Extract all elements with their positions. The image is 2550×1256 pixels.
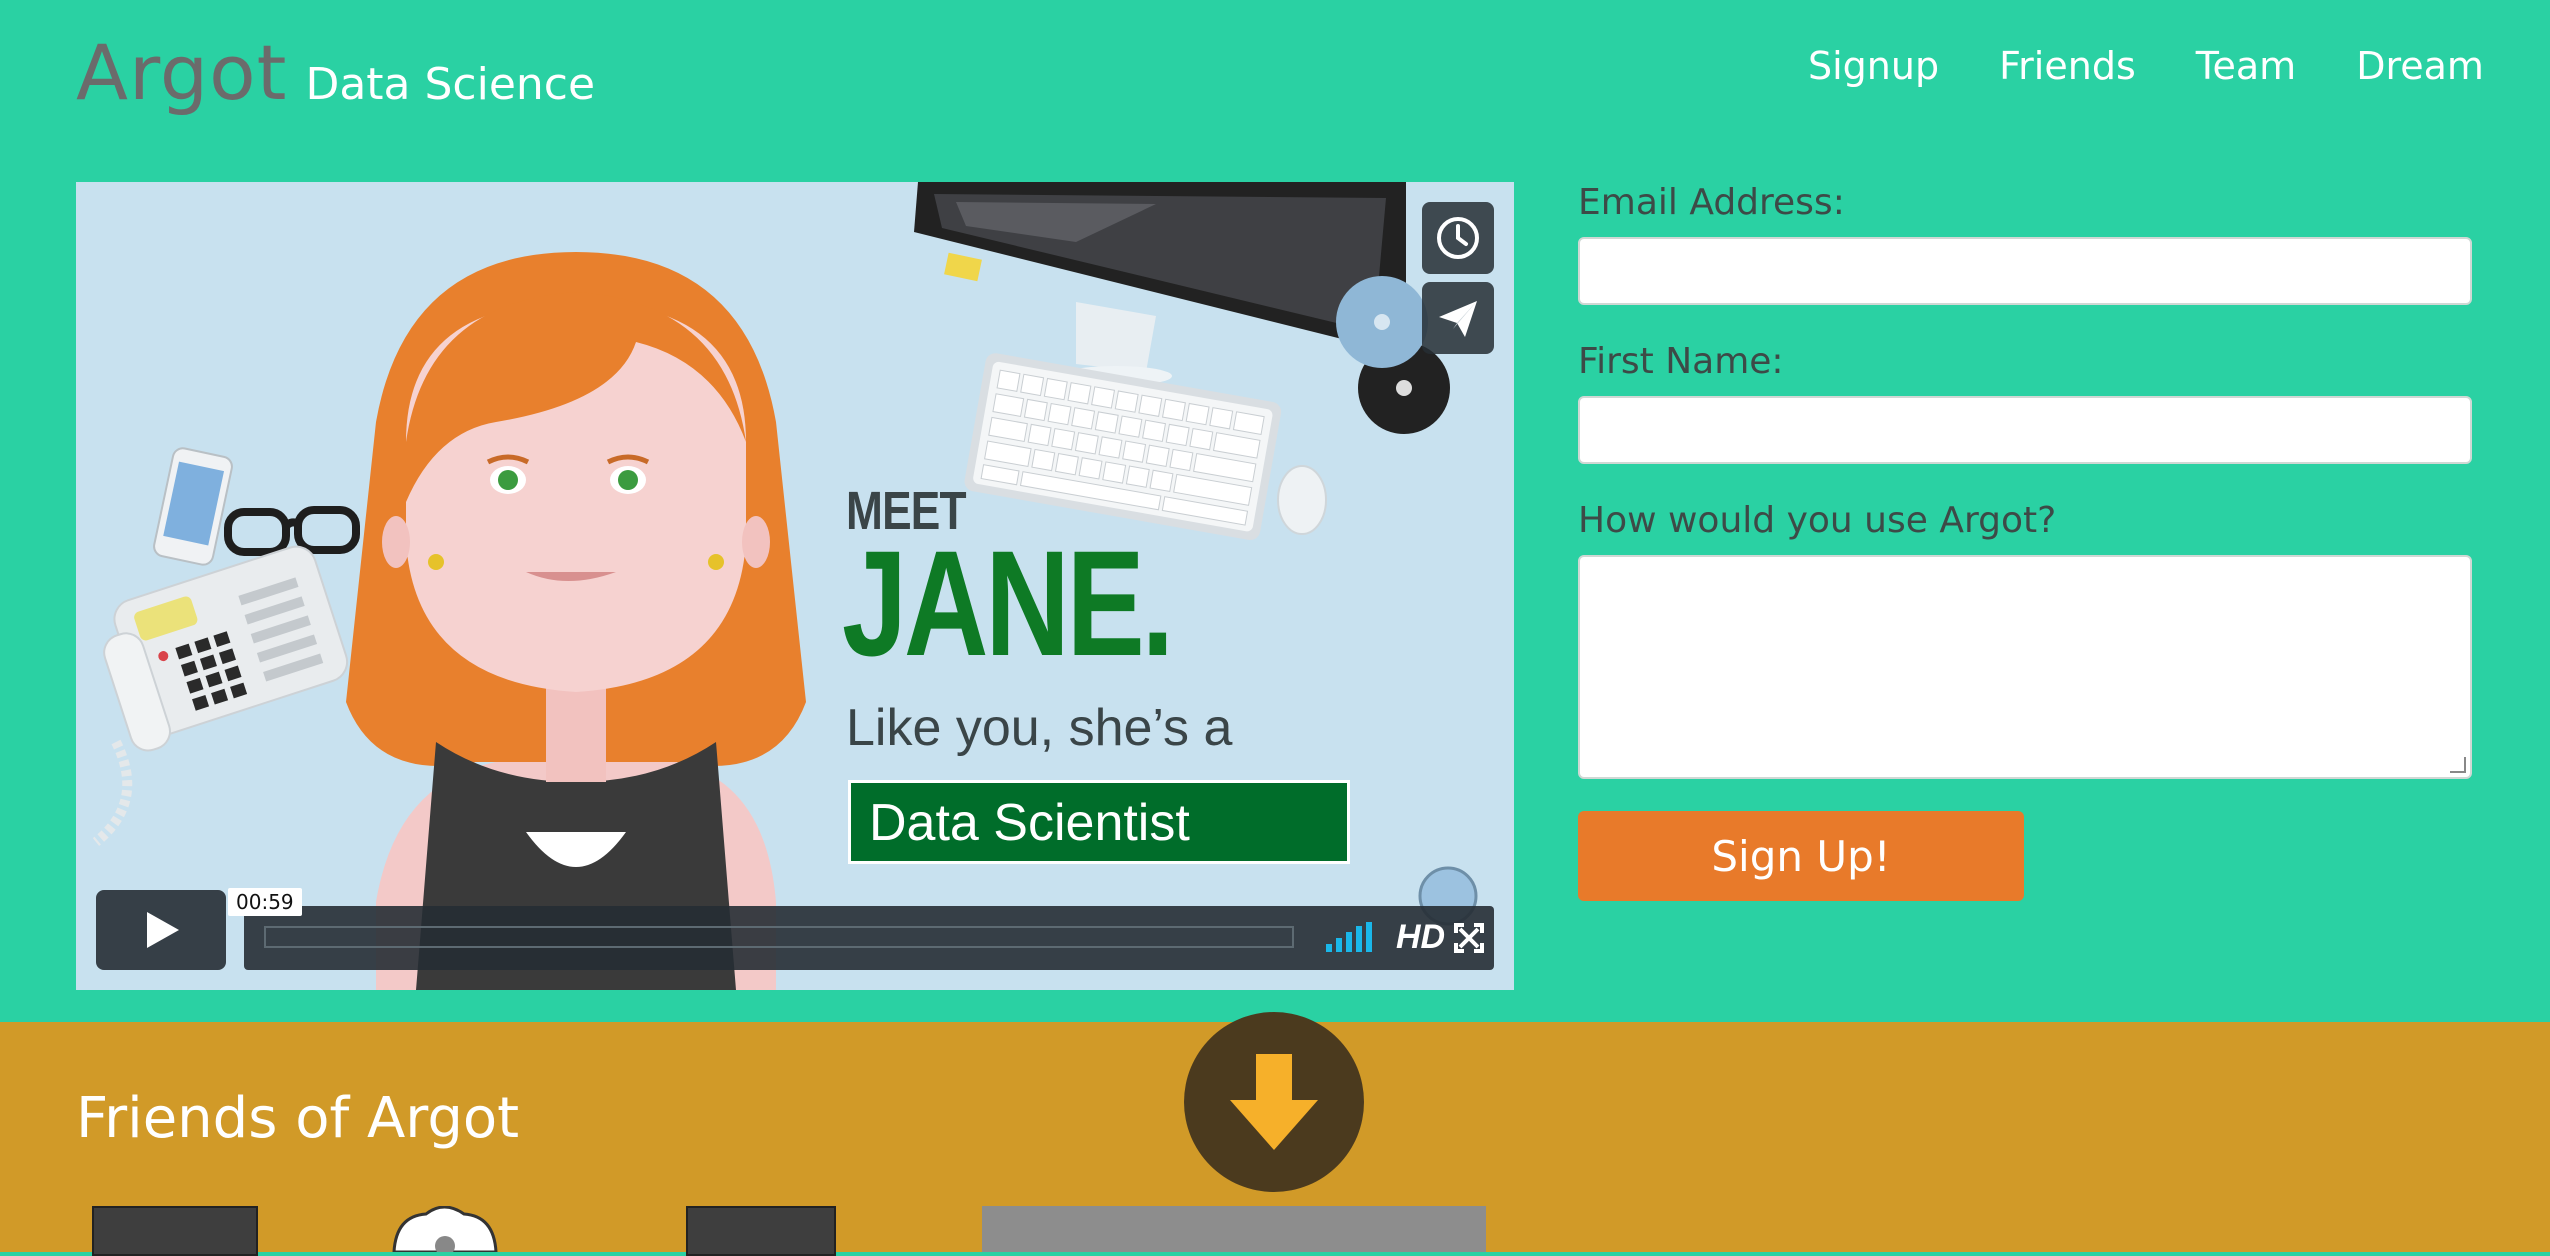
paper-plane-icon [1439, 301, 1477, 337]
nav-team[interactable]: Team [2196, 44, 2296, 88]
share-button[interactable] [1422, 282, 1494, 354]
site-logo[interactable]: Argot [76, 28, 287, 117]
friends-heading: Friends of Argot [76, 1086, 520, 1151]
role-box: Data Scientist [848, 780, 1350, 864]
progress-track[interactable] [264, 926, 1294, 948]
signup-form: Email Address: First Name: How would you… [1578, 182, 2472, 901]
nav-signup[interactable]: Signup [1808, 44, 1939, 88]
headline-tagline: Like you, she’s a [846, 699, 1233, 757]
friend-logo-3[interactable] [686, 1206, 836, 1256]
usage-label: How would you use Argot? [1578, 500, 2057, 541]
friend-logo-1[interactable] [92, 1206, 258, 1256]
friends-section: Friends of Argot [0, 1012, 2550, 1256]
main-nav: Signup Friends Team Dream [1808, 44, 2484, 88]
watch-later-button[interactable] [1422, 202, 1494, 274]
first-name-label: First Name: [1578, 341, 1784, 382]
friend-logo-4[interactable] [982, 1206, 1486, 1252]
hd-toggle[interactable]: HD [1396, 918, 1445, 957]
clock-icon [1437, 217, 1479, 259]
play-icon [147, 912, 179, 948]
first-name-field[interactable] [1578, 396, 2472, 464]
headline-name: JANE. [842, 519, 1174, 687]
video-thumbnail [76, 182, 1514, 990]
jane-illustration [346, 252, 806, 990]
email-label: Email Address: [1578, 182, 1845, 223]
time-tooltip: 00:59 [228, 888, 302, 916]
usage-textarea[interactable] [1578, 555, 2472, 779]
scroll-down-button[interactable] [1184, 1012, 1364, 1192]
nav-dream[interactable]: Dream [2356, 44, 2484, 88]
sign-up-button[interactable]: Sign Up! [1578, 811, 2024, 901]
arrow-down-icon [1230, 1054, 1318, 1150]
video-player[interactable]: MEET JANE. Like you, she’s a Data Scient… [76, 182, 1514, 990]
email-field[interactable] [1578, 237, 2472, 305]
hero-section: Argot Data Science Signup Friends Team Dr… [0, 0, 2550, 1022]
site-subtitle: Data Science [305, 59, 596, 110]
play-button[interactable] [96, 890, 226, 970]
friend-logo-2[interactable] [386, 1205, 504, 1256]
brand[interactable]: Argot Data Science [76, 28, 595, 117]
resize-grip-icon[interactable] [2450, 757, 2466, 773]
nav-friends[interactable]: Friends [1999, 44, 2136, 88]
role-label: Data Scientist [869, 794, 1190, 852]
mouse-illustration [1277, 465, 1327, 535]
volume-icon[interactable] [1324, 918, 1380, 958]
fullscreen-icon[interactable] [1454, 923, 1484, 953]
time-display: 00:59 [236, 890, 294, 914]
control-bar: HD [244, 906, 1494, 970]
